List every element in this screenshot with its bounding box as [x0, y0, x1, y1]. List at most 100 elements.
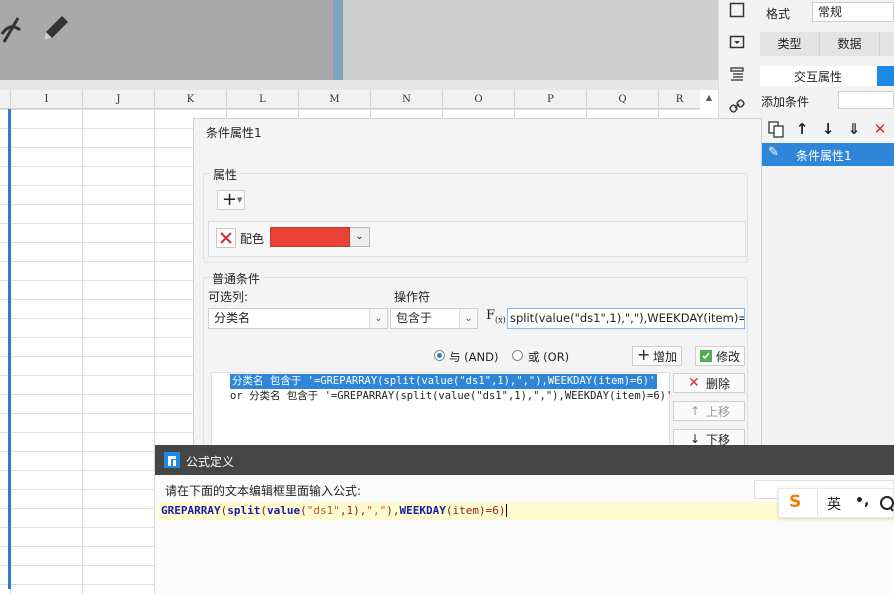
condition-row[interactable]: or 分类名 包含于 '=GREPARRAY(split(value("ds1"… — [230, 389, 672, 404]
color-dropdown-button[interactable]: ⌄ — [350, 227, 370, 247]
operator-select[interactable]: 包含于 ⌄ — [390, 308, 478, 329]
formula-token: (item)=6) — [445, 504, 506, 517]
tab-interaction-label: 交互属性 — [794, 70, 843, 84]
move-up-label: 上移 — [706, 405, 731, 419]
formula-token: ( — [260, 504, 267, 517]
preview-toolbar — [0, 0, 333, 80]
operator-label: 操作符 — [394, 290, 431, 304]
ime-divider — [817, 490, 818, 516]
formula-token: value — [266, 504, 301, 517]
hide-icon[interactable] — [0, 12, 26, 46]
formula-token: WEEKDAY — [399, 504, 446, 517]
condition-row-selected[interactable]: 分类名 包含于 '=GREPARRAY(split(value("ds1",1)… — [230, 374, 658, 389]
copy-icon[interactable] — [766, 119, 786, 139]
app-logo-icon — [164, 452, 180, 468]
column-header-j[interactable]: J — [82, 90, 154, 109]
property-label: 属性 — [211, 166, 240, 183]
formula-token: split — [227, 504, 261, 517]
formula-token: ), — [386, 504, 400, 517]
add-property-button[interactable]: + ▼ — [217, 189, 245, 210]
format-label: 格式 — [766, 7, 791, 21]
formula-input[interactable]: split(value("ds1",1),","),WEEKDAY(item)=… — [507, 308, 745, 329]
column-select-value: 分类名 — [214, 311, 251, 325]
column-header-l[interactable]: L — [226, 90, 298, 109]
ime-toolbar: S 英 •, — [778, 488, 894, 518]
tab-type[interactable]: 类型 — [760, 32, 820, 56]
formula-token: "," — [366, 504, 387, 517]
dialog-title: 条件属性1 — [206, 126, 262, 140]
move-up-button[interactable]: ↑ 上移 — [673, 401, 745, 421]
move-down-icon[interactable]: ↓ — [818, 119, 838, 139]
column-header-o[interactable]: O — [442, 90, 514, 109]
delete-icon[interactable]: ✕ — [870, 119, 890, 139]
operator-select-value: 包含于 — [396, 311, 433, 325]
column-label: 可选列: — [208, 290, 249, 304]
formula-token: GREPARRAY — [161, 504, 221, 517]
add-condition-button[interactable]: + 增加 — [632, 346, 682, 366]
scroll-up-arrow-icon[interactable]: ▲ — [703, 92, 715, 104]
delete-button-label: 删除 — [706, 377, 731, 391]
formula-dialog-title: 公式定义 — [186, 455, 235, 469]
modify-button-label: 修改 — [716, 350, 741, 364]
property-tabs: 类型 数据 — [760, 32, 894, 56]
or-radio[interactable] — [512, 350, 523, 361]
panel-divider[interactable] — [333, 0, 343, 80]
add-button-label: 增加 — [653, 350, 678, 364]
column-header-q[interactable]: Q — [586, 90, 658, 109]
tab-data[interactable]: 数据 — [820, 32, 880, 56]
column-header-m[interactable]: M — [298, 90, 370, 109]
text-cursor — [506, 504, 508, 517]
or-label: 或 (OR) — [528, 350, 570, 364]
arrow-up-icon: ↑ — [690, 404, 701, 418]
move-bottom-icon[interactable]: ⇓ — [844, 119, 864, 139]
chevron-down-icon: ⌄ — [459, 309, 477, 328]
column-header-k[interactable]: K — [154, 90, 226, 109]
format-select[interactable]: 常规 — [812, 2, 894, 22]
ime-voice-icon[interactable] — [879, 495, 894, 513]
list-format-icon[interactable] — [729, 66, 745, 82]
chevron-down-icon: ▼ — [237, 196, 243, 204]
dropdown-box-icon[interactable] — [729, 34, 745, 50]
plus-icon: + — [222, 189, 238, 210]
formula-prompt: 请在下面的文本编辑框里面输入公式: — [165, 484, 362, 498]
modify-condition-button[interactable]: 修改 — [695, 346, 745, 366]
ime-lang-toggle[interactable]: 英 — [827, 494, 841, 514]
column-header-p[interactable]: P — [514, 90, 586, 109]
and-radio[interactable] — [434, 350, 445, 361]
edit-pencil-icon: ✎ — [768, 145, 779, 160]
selection-border — [8, 109, 11, 589]
formula-token: "ds1" — [306, 504, 340, 517]
color-label: 配色 — [240, 232, 265, 246]
close-icon: ✕ — [688, 375, 700, 391]
column-header-r[interactable]: R — [658, 90, 700, 109]
formula-text[interactable]: GREPARRAY(split(value("ds1",1),","),WEEK… — [161, 503, 508, 519]
chevron-down-icon: ⌄ — [355, 231, 364, 242]
pencil-icon[interactable] — [38, 12, 72, 46]
formula-token: ( — [300, 504, 307, 517]
and-label: 与 (AND) — [449, 350, 499, 364]
formula-fx-icon[interactable]: F(x) — [486, 308, 506, 325]
common-condition-label: 普通条件 — [210, 270, 263, 287]
move-up-icon[interactable]: ↑ — [792, 119, 812, 139]
formula-dialog-titlebar[interactable] — [155, 445, 894, 475]
close-icon — [220, 232, 232, 244]
color-swatch[interactable] — [270, 227, 350, 247]
column-header-n[interactable]: N — [370, 90, 442, 109]
remove-color-button[interactable] — [216, 228, 236, 248]
link-icon[interactable] — [729, 98, 745, 114]
add-condition-field[interactable] — [838, 91, 894, 109]
formula-token: ,1), — [339, 504, 367, 517]
tab-interaction[interactable]: 交互属性 — [760, 66, 894, 86]
tab-active-indicator[interactable] — [877, 66, 894, 86]
column-header-i[interactable]: I — [10, 90, 82, 109]
delete-condition-button[interactable]: ✕ 删除 — [673, 373, 745, 393]
condition-list-item[interactable]: ✎ 条件属性1 — [762, 143, 894, 166]
square-icon[interactable] — [729, 2, 745, 18]
plus-icon: + — [637, 345, 651, 364]
column-select[interactable]: 分类名 ⌄ — [208, 308, 388, 329]
column-header-row: I J K L M N O P Q R — [0, 90, 700, 109]
ime-punct-toggle[interactable]: •, — [855, 493, 869, 509]
divider-strip — [0, 80, 718, 90]
chevron-down-icon: ⌄ — [369, 309, 387, 328]
condition-toolbar: ↑ ↓ ⇓ ✕ — [762, 117, 894, 141]
